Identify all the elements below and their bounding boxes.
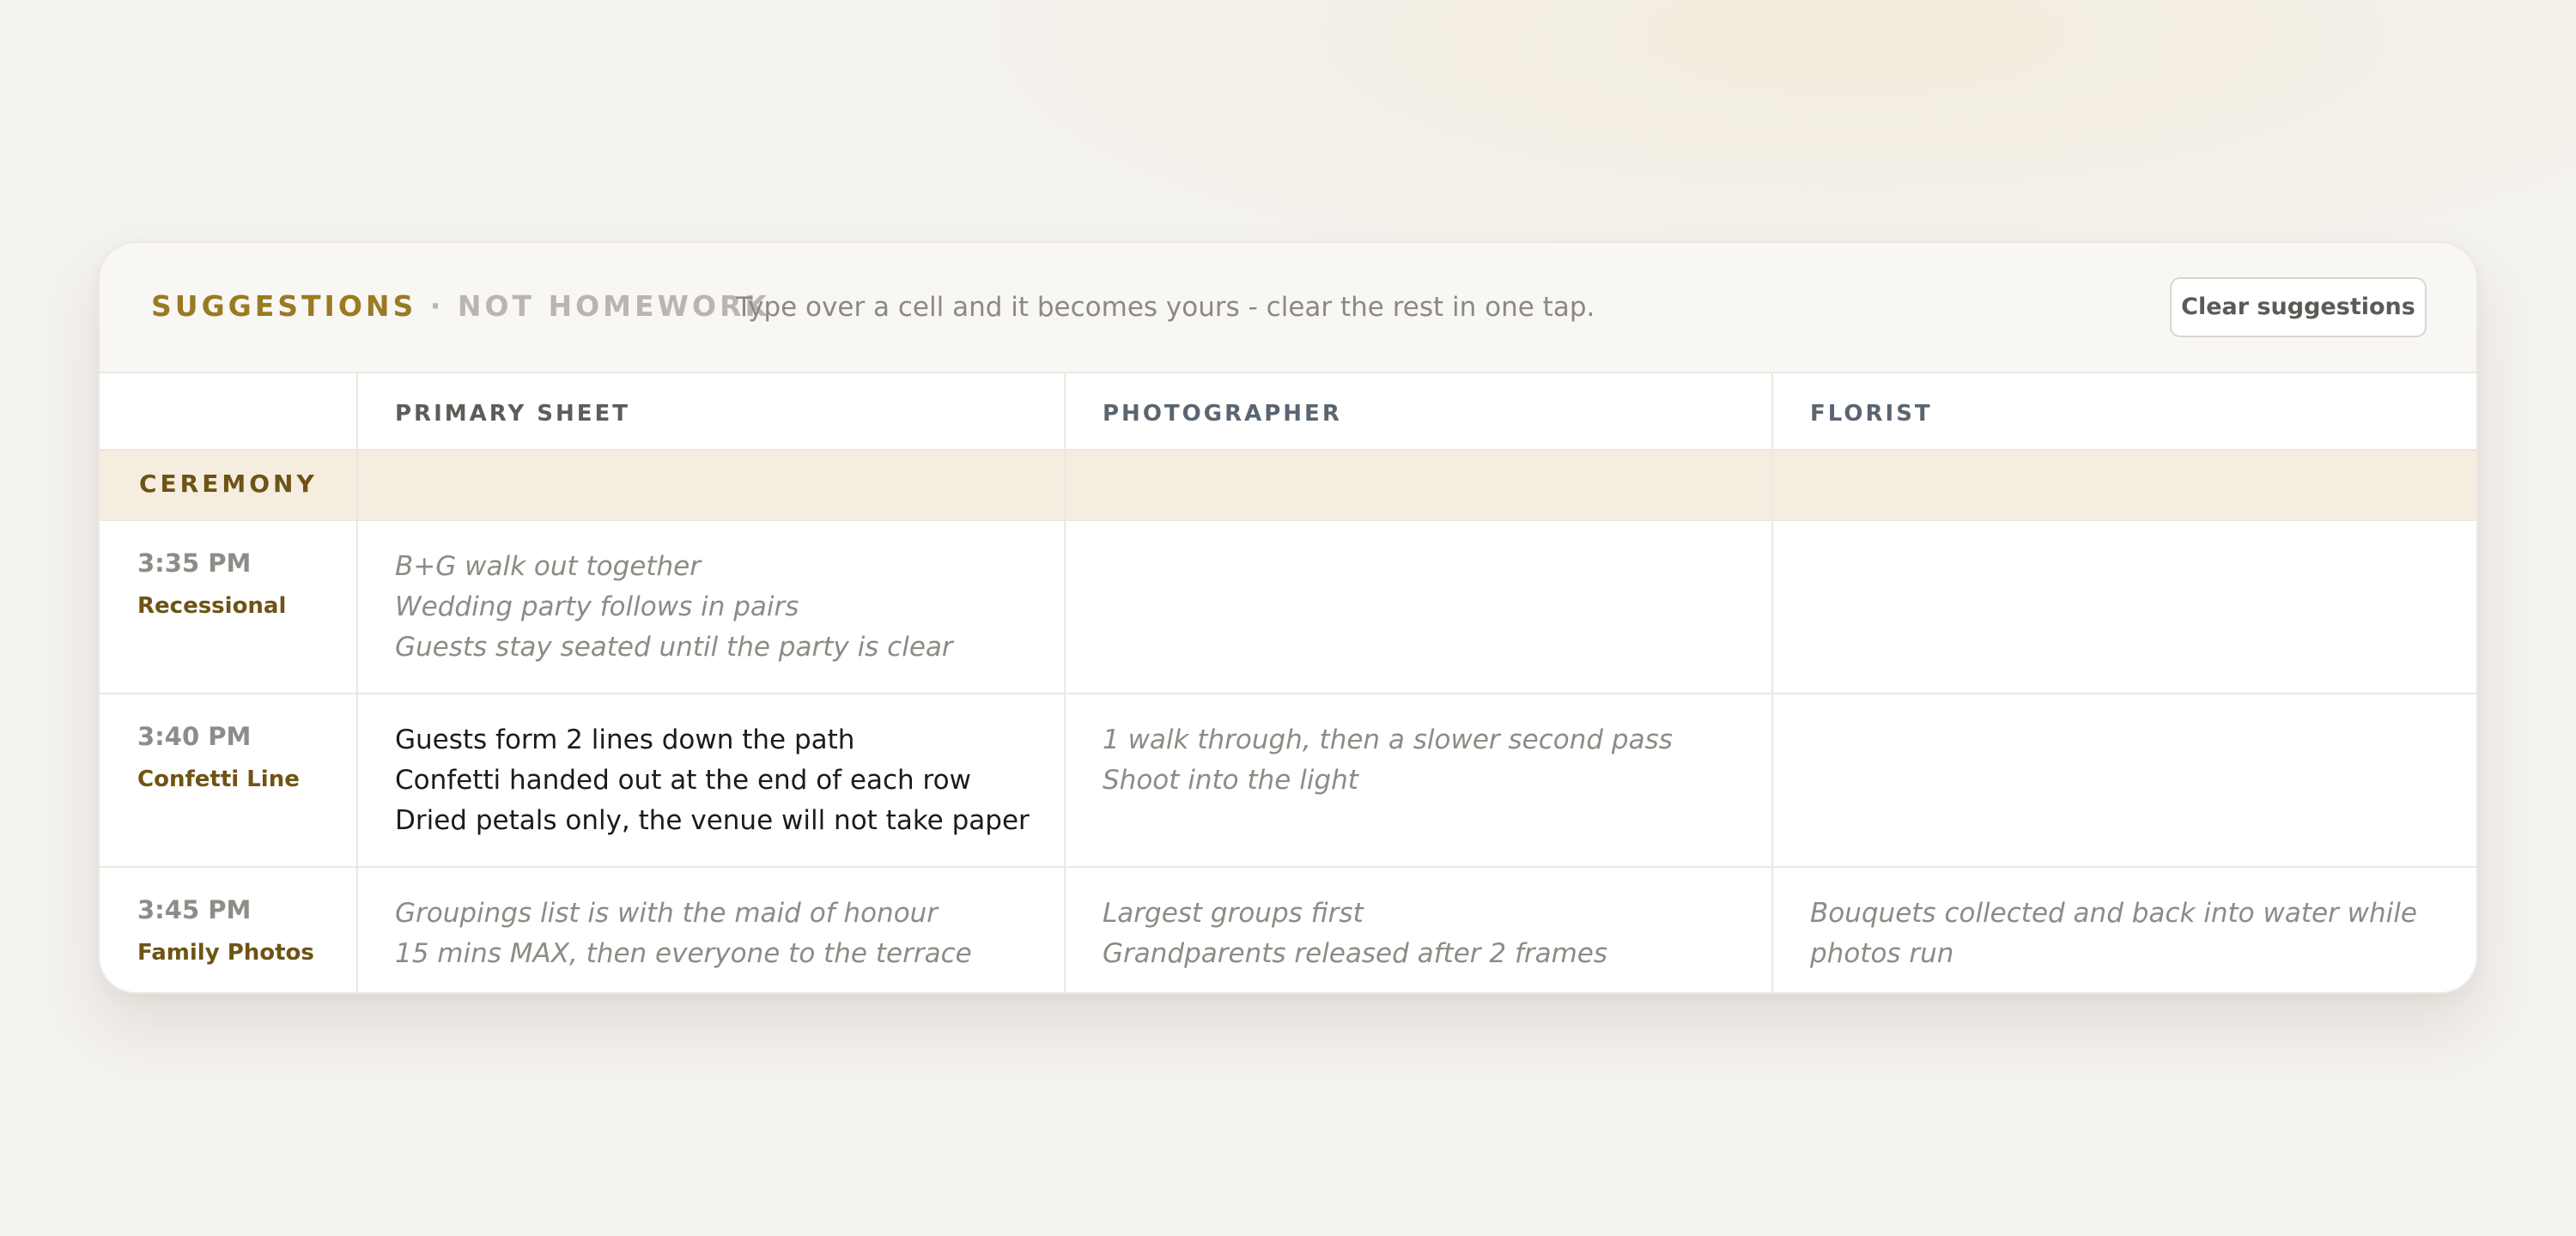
cell-line: Confetti handed out at the end of each r…: [395, 765, 971, 796]
schedule-card: SUGGESTIONS · NOT HOMEWORK Type over a c…: [98, 241, 2478, 994]
cell-line: Largest groups first: [1103, 898, 1364, 929]
schedule-row: 3:35 PM Recessional B+G walk out togethe…: [100, 519, 2476, 693]
cell-primary-sheet[interactable]: Groupings list is with the maid of honou…: [395, 894, 972, 974]
section-label: CEREMONY: [139, 470, 318, 498]
label-separator: ·: [429, 289, 445, 323]
cell-line: Grandparents released after 2 frames: [1103, 938, 1608, 969]
cell-primary-sheet[interactable]: B+G walk out together Wedding party foll…: [395, 547, 953, 668]
cell-photographer[interactable]: Largest groups first Grandparents releas…: [1103, 894, 1607, 974]
suggestions-hint: Type over a cell and it becomes yours - …: [736, 292, 1595, 323]
column-divider: [356, 373, 358, 992]
row-time: 3:45 PM: [137, 895, 252, 924]
cell-photographer[interactable]: [1103, 547, 1772, 667]
cell-line: Groupings list is with the maid of honou…: [395, 898, 939, 929]
column-header-photographer: PHOTOGRAPHER: [1103, 401, 1342, 427]
row-time: 3:40 PM: [137, 722, 252, 751]
column-divider: [1064, 373, 1066, 992]
cell-line: Guests form 2 lines down the path: [395, 724, 855, 755]
cell-line: 1 walk through, then a slower second pas…: [1103, 724, 1673, 755]
column-header-florist: FLORIST: [1810, 401, 1933, 427]
not-homework-label: NOT HOMEWORK: [457, 289, 770, 323]
cell-line: 15 mins MAX, then everyone to the terrac…: [395, 938, 972, 969]
column-divider: [1771, 373, 1773, 992]
cell-line: Bouquets collected and back into water w…: [1810, 898, 2417, 969]
cell-photographer[interactable]: 1 walk through, then a slower second pas…: [1103, 720, 1673, 801]
row-time: 3:35 PM: [137, 548, 252, 578]
clear-suggestions-button[interactable]: Clear suggestions: [2170, 277, 2427, 337]
column-header-primary-sheet: PRIMARY SHEET: [395, 401, 630, 427]
row-activity: Family Photos: [137, 940, 314, 966]
suggestions-bar: SUGGESTIONS · NOT HOMEWORK Type over a c…: [100, 243, 2476, 373]
schedule-row: 3:45 PM Family Photos Groupings list is …: [100, 866, 2476, 992]
cell-line: B+G walk out together: [395, 551, 702, 582]
suggestions-heading: SUGGESTIONS · NOT HOMEWORK: [151, 289, 770, 323]
row-activity: Confetti Line: [137, 766, 300, 792]
cell-line: Dried petals only, the venue will not ta…: [395, 805, 1030, 836]
column-header-row: PRIMARY SHEET PHOTOGRAPHER FLORIST: [100, 373, 2476, 451]
row-activity: Recessional: [137, 593, 287, 619]
cell-line: Guests stay seated until the party is cl…: [395, 632, 953, 663]
cell-primary-sheet[interactable]: Guests form 2 lines down the path Confet…: [395, 720, 1030, 841]
cell-florist[interactable]: [1810, 720, 2445, 840]
suggestions-label: SUGGESTIONS: [151, 289, 417, 323]
section-header-ceremony: CEREMONY: [100, 451, 2476, 519]
cell-line: Wedding party follows in pairs: [395, 591, 799, 622]
cell-florist[interactable]: Bouquets collected and back into water w…: [1810, 894, 2437, 974]
cell-florist[interactable]: [1810, 547, 2445, 667]
schedule-row: 3:40 PM Confetti Line Guests form 2 line…: [100, 693, 2476, 866]
cell-line: Shoot into the light: [1103, 765, 1358, 796]
